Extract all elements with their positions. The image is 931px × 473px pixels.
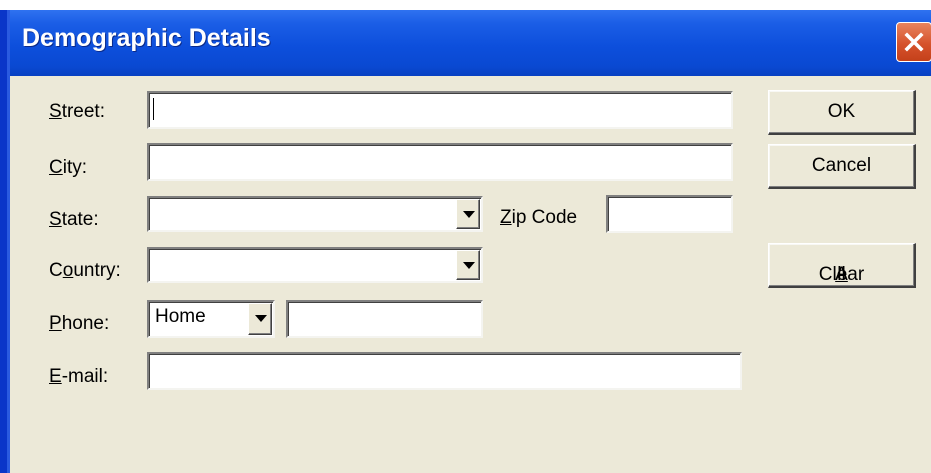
country-label: Country: — [49, 260, 121, 281]
country-dropdown-button[interactable] — [456, 250, 480, 280]
cancel-button[interactable]: Cancel — [768, 144, 916, 189]
city-text[interactable] — [149, 145, 731, 179]
close-button[interactable] — [896, 22, 931, 62]
country-dropdown[interactable] — [147, 247, 483, 283]
phone-number-text[interactable] — [288, 302, 481, 336]
dialog-body: Street: City: State: Zip Code Country: P… — [10, 76, 931, 473]
state-dropdown[interactable] — [147, 196, 483, 232]
phone-label: Phone: — [49, 313, 110, 334]
text-caret — [153, 98, 154, 120]
zip-code-input[interactable] — [606, 195, 733, 233]
chevron-down-icon — [463, 262, 475, 269]
close-icon — [904, 32, 924, 52]
city-input[interactable] — [147, 143, 733, 181]
title-bar[interactable]: Demographic Details — [10, 10, 931, 76]
zip-code-label: Zip Code — [500, 207, 578, 228]
dialog-window: Demographic Details Street: City: State:… — [0, 0, 931, 473]
phone-type-dropdown-button[interactable] — [248, 303, 272, 335]
city-label: City: — [49, 157, 88, 178]
street-text[interactable] — [149, 93, 731, 127]
chevron-down-icon — [255, 315, 267, 322]
phone-type-dropdown[interactable]: Home — [147, 300, 275, 338]
clear-all-button[interactable]: Clear All — [768, 243, 916, 288]
window-left-border — [0, 10, 10, 473]
state-dropdown-button[interactable] — [456, 199, 480, 229]
window-top-edge — [0, 0, 931, 10]
phone-type-value: Home — [155, 306, 206, 327]
email-label: E-mail: — [49, 366, 109, 387]
window-title: Demographic Details — [22, 24, 271, 52]
phone-number-input[interactable] — [286, 300, 483, 338]
state-label: State: — [49, 209, 99, 230]
email-input[interactable] — [147, 352, 742, 390]
zip-code-text[interactable] — [608, 197, 731, 231]
email-text[interactable] — [149, 354, 740, 388]
street-input[interactable] — [147, 91, 733, 129]
ok-button-label: OK — [827, 101, 856, 122]
cancel-button-label: Cancel — [811, 155, 872, 176]
street-label: Street: — [49, 101, 105, 122]
ok-button[interactable]: OK — [768, 90, 916, 135]
chevron-down-icon — [463, 211, 475, 218]
